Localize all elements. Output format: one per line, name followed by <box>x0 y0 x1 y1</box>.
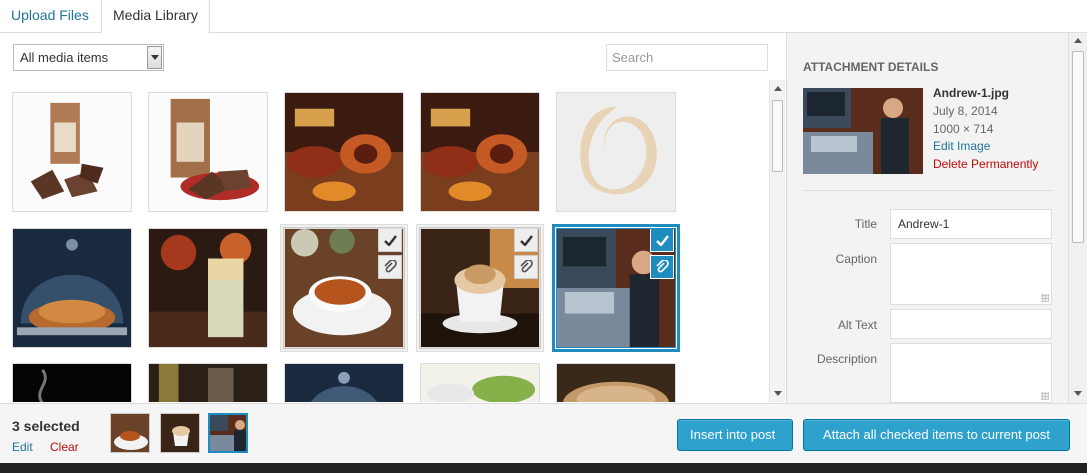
barista-image <box>803 88 923 174</box>
attachment-thumbnail[interactable] <box>283 227 405 349</box>
attachment-details-heading: ATTACHMENT DETAILS <box>803 60 939 74</box>
title-field[interactable] <box>890 209 1052 239</box>
attachment-dimensions: 1000 × 714 <box>933 122 994 136</box>
scroll-up-icon[interactable] <box>1074 38 1082 43</box>
attachment-details-panel: ATTACHMENT DETAILS Andrew-1.jpg July 8, … <box>786 33 1087 403</box>
caption-label: Caption <box>835 252 877 266</box>
attachment-thumbnail[interactable] <box>420 92 540 212</box>
delete-permanently-link[interactable]: Delete Permanently <box>933 157 1038 171</box>
alt-text-label: Alt Text <box>837 318 877 332</box>
attach-icon[interactable] <box>650 255 674 279</box>
attachment-thumbnail[interactable] <box>148 363 268 402</box>
spices-image <box>285 93 403 211</box>
attach-icon[interactable] <box>514 255 538 279</box>
media-grid <box>0 80 770 402</box>
tea-cup-image <box>111 414 149 452</box>
insert-into-post-button[interactable]: Insert into post <box>677 419 793 451</box>
attachment-thumbnail[interactable] <box>12 228 132 348</box>
shelf-image <box>149 364 267 402</box>
chocolate-bag-image <box>149 93 267 211</box>
divider <box>803 190 1053 191</box>
attachment-thumbnail[interactable] <box>556 363 676 402</box>
clear-selection-link[interactable]: Clear <box>50 440 79 454</box>
cappuccino-image <box>161 414 199 452</box>
attach-checked-button[interactable]: Attach all checked items to current post <box>803 419 1070 451</box>
media-filter-select[interactable]: All media items <box>13 44 164 71</box>
attachment-thumbnail[interactable] <box>556 92 676 212</box>
filter-select-value: All media items <box>20 50 109 65</box>
grid-scroll-thumb[interactable] <box>772 100 783 172</box>
search-input[interactable] <box>606 44 768 71</box>
attachment-thumbnail[interactable] <box>148 92 268 212</box>
media-modal: Upload Files Media Library All media ite… <box>0 0 1087 473</box>
check-icon[interactable] <box>514 229 538 252</box>
iced-latte-image <box>149 229 267 347</box>
logo-image <box>557 93 675 211</box>
coffee-top-image <box>557 364 675 402</box>
tab-bar: Upload Files Media Library <box>0 0 1087 34</box>
tab-media-library[interactable]: Media Library <box>101 0 210 34</box>
edit-selection-link[interactable]: Edit <box>12 440 33 454</box>
chevron-down-icon <box>147 46 162 69</box>
edit-image-link[interactable]: Edit Image <box>933 139 990 153</box>
title-label: Title <box>854 217 877 231</box>
sidebar-scrollbar[interactable] <box>1068 33 1087 403</box>
attachment-thumbnail[interactable] <box>284 92 404 212</box>
caption-field[interactable] <box>890 243 1052 305</box>
selection-thumbnail-active[interactable] <box>208 413 248 453</box>
barista-image <box>210 415 246 451</box>
attachment-date: July 8, 2014 <box>933 104 998 118</box>
attachment-filename: Andrew-1.jpg <box>933 86 1010 100</box>
grid-scrollbar[interactable] <box>769 80 785 402</box>
attachment-thumbnail[interactable] <box>12 92 132 212</box>
attachment-thumbnail[interactable] <box>284 363 404 402</box>
check-icon[interactable] <box>650 229 674 252</box>
resize-grip-icon[interactable] <box>1041 294 1049 302</box>
green-cup-image <box>421 364 539 402</box>
tab-upload-files[interactable]: Upload Files <box>0 0 100 33</box>
admin-footer-strip <box>0 463 1087 473</box>
scroll-down-icon[interactable] <box>1074 391 1082 396</box>
selection-count: 3 selected <box>12 418 80 434</box>
spices-image <box>421 93 539 211</box>
attachment-thumbnail-selected[interactable] <box>556 228 676 348</box>
scroll-down-icon[interactable] <box>774 391 782 396</box>
attachment-thumbnail[interactable] <box>420 363 540 402</box>
attach-icon[interactable] <box>378 255 402 279</box>
steam-image <box>13 364 131 402</box>
description-field[interactable] <box>890 343 1052 403</box>
check-icon[interactable] <box>378 229 402 252</box>
attachment-preview <box>803 88 923 174</box>
attachment-thumbnail[interactable] <box>148 228 268 348</box>
resize-grip-icon[interactable] <box>1041 392 1049 400</box>
attachment-thumbnail[interactable] <box>419 227 541 349</box>
selection-toolbar: 3 selected Edit Clear Insert into post A… <box>0 403 1087 463</box>
description-label: Description <box>816 352 877 366</box>
selection-thumbnail[interactable] <box>110 413 150 453</box>
chocolate-bag-image <box>13 93 131 211</box>
scroll-up-icon[interactable] <box>774 86 782 91</box>
alt-text-field[interactable] <box>890 309 1052 339</box>
selection-thumbnail[interactable] <box>160 413 200 453</box>
attachment-thumbnail[interactable] <box>12 363 132 402</box>
cake-dome-image <box>285 364 403 402</box>
pastry-dome-image <box>13 229 131 347</box>
sidebar-scroll-thumb[interactable] <box>1072 51 1084 243</box>
